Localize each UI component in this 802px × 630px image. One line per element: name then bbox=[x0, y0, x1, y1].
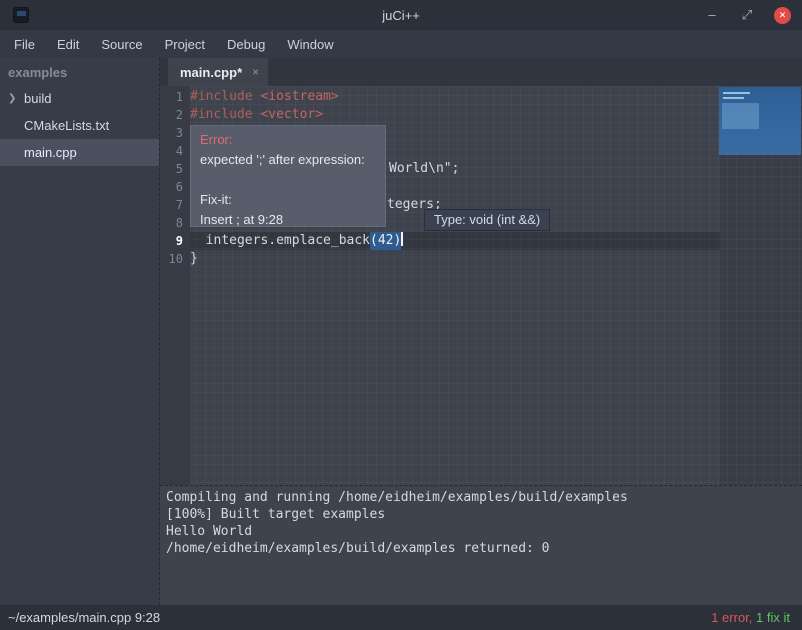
preprocessor-token: #include bbox=[190, 106, 260, 124]
code-line[interactable]: #include <vector> bbox=[190, 106, 802, 124]
file-tree-sidebar: examples ❯ build CMakeLists.txt main.cpp bbox=[0, 58, 160, 605]
text-cursor bbox=[401, 232, 403, 246]
tabbar: main.cpp* × bbox=[160, 58, 802, 86]
code-line[interactable]: } bbox=[190, 250, 802, 268]
type-tooltip: Type: void (int &&) bbox=[424, 209, 550, 231]
minimap-highlight-block bbox=[722, 103, 759, 129]
tree-item-label: build bbox=[24, 91, 51, 106]
minimize-button[interactable]: – bbox=[704, 7, 720, 23]
line-number-current: 9 bbox=[160, 232, 190, 250]
tab-label: main.cpp* bbox=[180, 65, 242, 80]
line-number: 8 bbox=[160, 214, 190, 232]
output-line: Compiling and running /home/eidheim/exam… bbox=[166, 489, 802, 506]
sidebar-item-build[interactable]: ❯ build bbox=[0, 85, 159, 112]
error-tooltip-spacer bbox=[200, 170, 376, 190]
minimap-code-line bbox=[723, 92, 750, 94]
status-error-count: 1 error bbox=[711, 610, 749, 625]
line-number: 4 bbox=[160, 142, 190, 160]
line-number: 6 bbox=[160, 178, 190, 196]
window-controls: – ⤢ ✕ bbox=[704, 7, 802, 24]
statusbar: ~/examples/main.cpp 9:28 1 error, 1 fix … bbox=[0, 605, 802, 630]
output-line: /home/eidheim/examples/build/examples re… bbox=[166, 540, 802, 557]
tab-close-icon[interactable]: × bbox=[252, 66, 259, 78]
tree-item-label: main.cpp bbox=[24, 145, 77, 160]
output-line: Hello World bbox=[166, 523, 802, 540]
menu-window[interactable]: Window bbox=[276, 32, 344, 57]
header-token: <vector> bbox=[260, 106, 323, 124]
tree-item-label: CMakeLists.txt bbox=[24, 118, 109, 133]
error-tooltip: Error: expected ';' after expression: Fi… bbox=[190, 125, 386, 227]
line-number: 3 bbox=[160, 124, 190, 142]
menu-file[interactable]: File bbox=[3, 32, 46, 57]
code-editor[interactable]: 1 2 3 4 5 6 7 8 9 10 #include <iostream>… bbox=[160, 86, 802, 485]
chevron-right-icon[interactable]: ❯ bbox=[8, 93, 24, 104]
line-number-gutter: 1 2 3 4 5 6 7 8 9 10 bbox=[160, 86, 190, 485]
menu-debug[interactable]: Debug bbox=[216, 32, 276, 57]
status-separator: , bbox=[749, 610, 756, 625]
argument-highlight-token: (42) bbox=[370, 232, 401, 250]
line-number: 2 bbox=[160, 106, 190, 124]
line-number: 7 bbox=[160, 196, 190, 214]
sidebar-item-maincpp[interactable]: main.cpp bbox=[0, 139, 159, 166]
line-number: 1 bbox=[160, 88, 190, 106]
window-title: juCi++ bbox=[0, 8, 802, 23]
main-column: main.cpp* × 1 2 3 4 5 6 7 8 9 10 bbox=[160, 58, 802, 605]
status-file-path: ~/examples/main.cpp 9:28 bbox=[8, 610, 160, 625]
code-token: World\n"; bbox=[389, 160, 459, 178]
project-name-header: examples bbox=[0, 58, 159, 85]
fixit-title: Fix-it: bbox=[200, 190, 376, 210]
header-token: <iostream> bbox=[260, 88, 338, 106]
error-tooltip-message: expected ';' after expression: bbox=[200, 150, 376, 170]
app-icon bbox=[13, 7, 29, 23]
code-line-current[interactable]: integers.emplace_back(42) bbox=[190, 232, 720, 250]
fixit-message: Insert ; at 9:28 bbox=[200, 210, 376, 230]
maximize-button[interactable]: ⤢ bbox=[739, 7, 755, 23]
menu-source[interactable]: Source bbox=[90, 32, 153, 57]
tab-maincpp[interactable]: main.cpp* × bbox=[168, 58, 268, 86]
code-token: } bbox=[190, 250, 198, 268]
app-window: juCi++ – ⤢ ✕ File Edit Source Project De… bbox=[0, 0, 802, 630]
error-tooltip-title: Error: bbox=[200, 130, 376, 150]
menu-project[interactable]: Project bbox=[154, 32, 216, 57]
titlebar: juCi++ – ⤢ ✕ bbox=[0, 0, 802, 30]
status-diagnostics: 1 error, 1 fix it bbox=[711, 610, 790, 625]
code-line[interactable]: #include <iostream> bbox=[190, 88, 802, 106]
minimap-code-line bbox=[723, 97, 744, 99]
code-token: integers.emplace_back bbox=[190, 232, 370, 250]
content-area: examples ❯ build CMakeLists.txt main.cpp… bbox=[0, 58, 802, 605]
menu-edit[interactable]: Edit bbox=[46, 32, 90, 57]
close-button[interactable]: ✕ bbox=[774, 7, 791, 24]
output-line: [100%] Built target examples bbox=[166, 506, 802, 523]
minimap-overview[interactable] bbox=[719, 87, 801, 155]
sidebar-item-cmakelists[interactable]: CMakeLists.txt bbox=[0, 112, 159, 139]
preprocessor-token: #include bbox=[190, 88, 260, 106]
line-number: 5 bbox=[160, 160, 190, 178]
status-fixit-count: 1 fix it bbox=[756, 610, 790, 625]
line-number: 10 bbox=[160, 250, 190, 268]
output-pane[interactable]: Compiling and running /home/eidheim/exam… bbox=[160, 485, 802, 605]
menubar: File Edit Source Project Debug Window bbox=[0, 30, 802, 58]
